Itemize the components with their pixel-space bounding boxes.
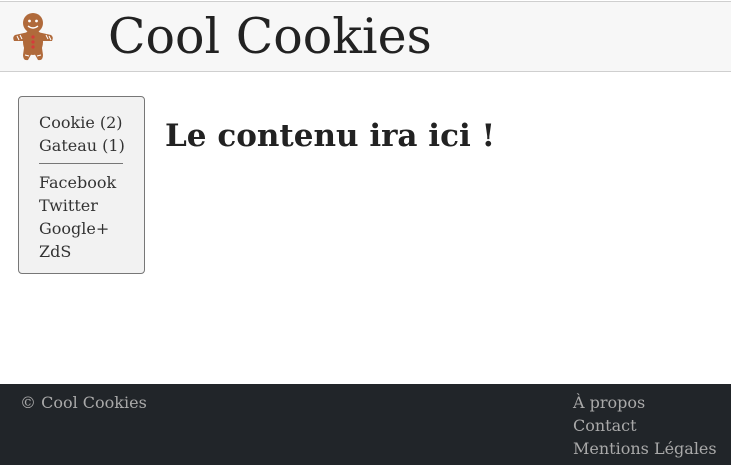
site-title[interactable]: Cool Cookies xyxy=(108,7,432,67)
site-footer: © Cool Cookies À propos Contact Mentions… xyxy=(0,384,731,465)
sidebar-link-twitter[interactable]: Twitter xyxy=(39,194,144,217)
page-heading: Le contenu ira ici ! xyxy=(165,118,496,154)
sidebar-link-googleplus[interactable]: Google+ xyxy=(39,217,144,240)
sidebar-divider xyxy=(39,163,123,164)
footer-links: À propos Contact Mentions Légales xyxy=(573,391,717,460)
sidebar-link-zds[interactable]: ZdS xyxy=(39,240,144,263)
footer-link-contact[interactable]: Contact xyxy=(573,414,717,437)
copyright-text: © Cool Cookies xyxy=(20,393,147,412)
site-header: Cool Cookies xyxy=(0,1,731,72)
footer-link-legal[interactable]: Mentions Légales xyxy=(573,437,717,460)
sidebar-nav: Cookie (2) Gateau (1) Facebook Twitter G… xyxy=(18,96,145,274)
sidebar-item-cookie[interactable]: Cookie (2) xyxy=(39,111,144,134)
sidebar-item-gateau[interactable]: Gateau (1) xyxy=(39,134,144,157)
gingerbread-man-icon[interactable] xyxy=(11,11,55,63)
sidebar-link-facebook[interactable]: Facebook xyxy=(39,171,144,194)
footer-link-about[interactable]: À propos xyxy=(573,391,717,414)
